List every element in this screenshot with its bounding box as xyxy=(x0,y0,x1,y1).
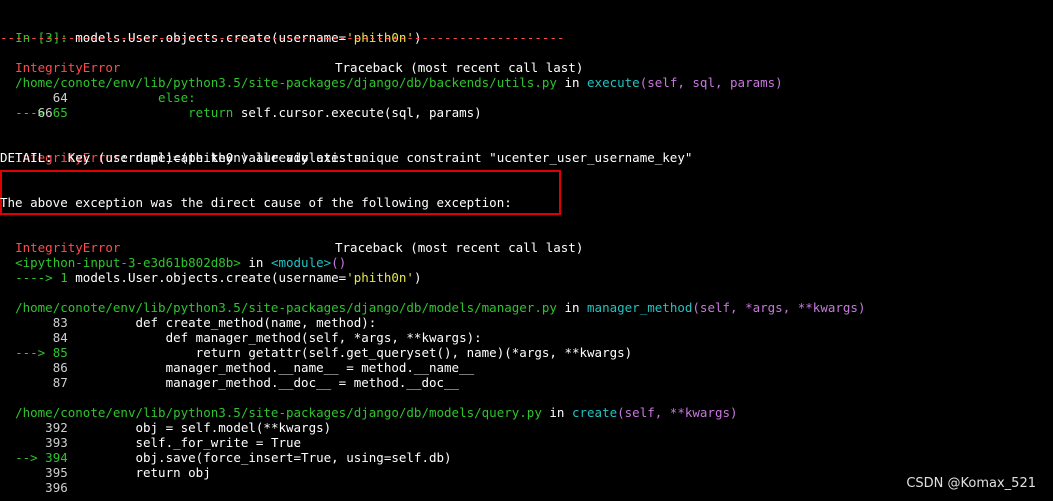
traceback-file-3: /home/conote/env/lib/python3.5/site-pack… xyxy=(0,285,865,315)
traceback-file-1: /home/conote/env/lib/python3.5/site-pack… xyxy=(0,60,783,90)
code-text: self.cursor.execute(sql, params) xyxy=(233,105,482,120)
code-text: manager_method.__doc__ = method.__doc__ xyxy=(67,375,460,390)
error-message-line: IntegrityError: duplicate key value viol… xyxy=(0,135,692,165)
code-keyword: return xyxy=(67,105,234,120)
traceback-header-1: IntegrityError Traceback (most recent cal… xyxy=(0,45,583,75)
traceback-title: Traceback (most recent call last) xyxy=(335,240,584,255)
traceback-arrow-line: ----> 1 models.User.objects.create(usern… xyxy=(0,255,421,285)
code-line-65: ---> 65 return self.cursor.execute(sql, … xyxy=(0,90,482,120)
cause-message: The above exception was the direct cause… xyxy=(0,195,512,210)
traceback-file-4: /home/conote/env/lib/python3.5/site-pack… xyxy=(0,390,737,420)
function-name: create xyxy=(571,405,618,420)
code-line: 86 manager_method.__name__ = method.__na… xyxy=(0,345,474,375)
code-line-64: 64 else: xyxy=(0,75,196,105)
code-line: 393 self._for_write = True xyxy=(0,420,301,450)
code-line: 87 manager_method.__doc__ = method.__doc… xyxy=(0,360,459,390)
code-line: 395 return obj xyxy=(0,450,211,480)
code-line: 396 xyxy=(0,465,68,495)
code-line: ---> 85 return getattr(self.get_queryset… xyxy=(0,330,632,360)
code-line: 84 def manager_method(self, *args, **kwa… xyxy=(0,315,482,345)
csdn-watermark: CSDN @Komax_521 xyxy=(906,476,1036,491)
code-text: models.User.objects.create(username= xyxy=(75,270,347,285)
error-detail: DETAIL: Key (username)=(phith0n) already… xyxy=(0,150,369,165)
line-arrow: ----> 1 xyxy=(15,270,76,285)
in-word: in xyxy=(541,405,572,420)
code-line-66: 66 xyxy=(0,105,53,120)
function-args: (self, sql, params) xyxy=(639,75,783,90)
function-name: manager_method xyxy=(587,300,693,315)
line-number: 87 xyxy=(15,375,68,390)
code-end: ) xyxy=(413,270,422,285)
traceback-input-ref: <ipython-input-3-e3d61b802d8b> in <modul… xyxy=(0,240,346,270)
line-number: 396 xyxy=(15,480,68,495)
in-word: in xyxy=(556,75,588,90)
in-word: in xyxy=(556,300,588,315)
function-name: execute xyxy=(587,75,640,90)
code-string: 'phith0n' xyxy=(346,270,414,285)
separator-line: ----------------------------------------… xyxy=(0,30,565,45)
function-args: (self, **kwargs) xyxy=(617,405,738,420)
traceback-header-2: IntegrityError Traceback (most recent cal… xyxy=(0,225,583,255)
code-line: 392 obj = self.model(**kwargs) xyxy=(0,405,331,435)
code-text: return obj xyxy=(67,465,211,480)
code-line: --> 394 obj.save(force_insert=True, usin… xyxy=(0,435,452,465)
function-args: (self, *args, **kwargs) xyxy=(692,300,866,315)
code-line: 83 def create_method(name, method): xyxy=(0,300,377,330)
input-prompt-line: In [3]: models.User.objects.create(usern… xyxy=(0,15,421,45)
